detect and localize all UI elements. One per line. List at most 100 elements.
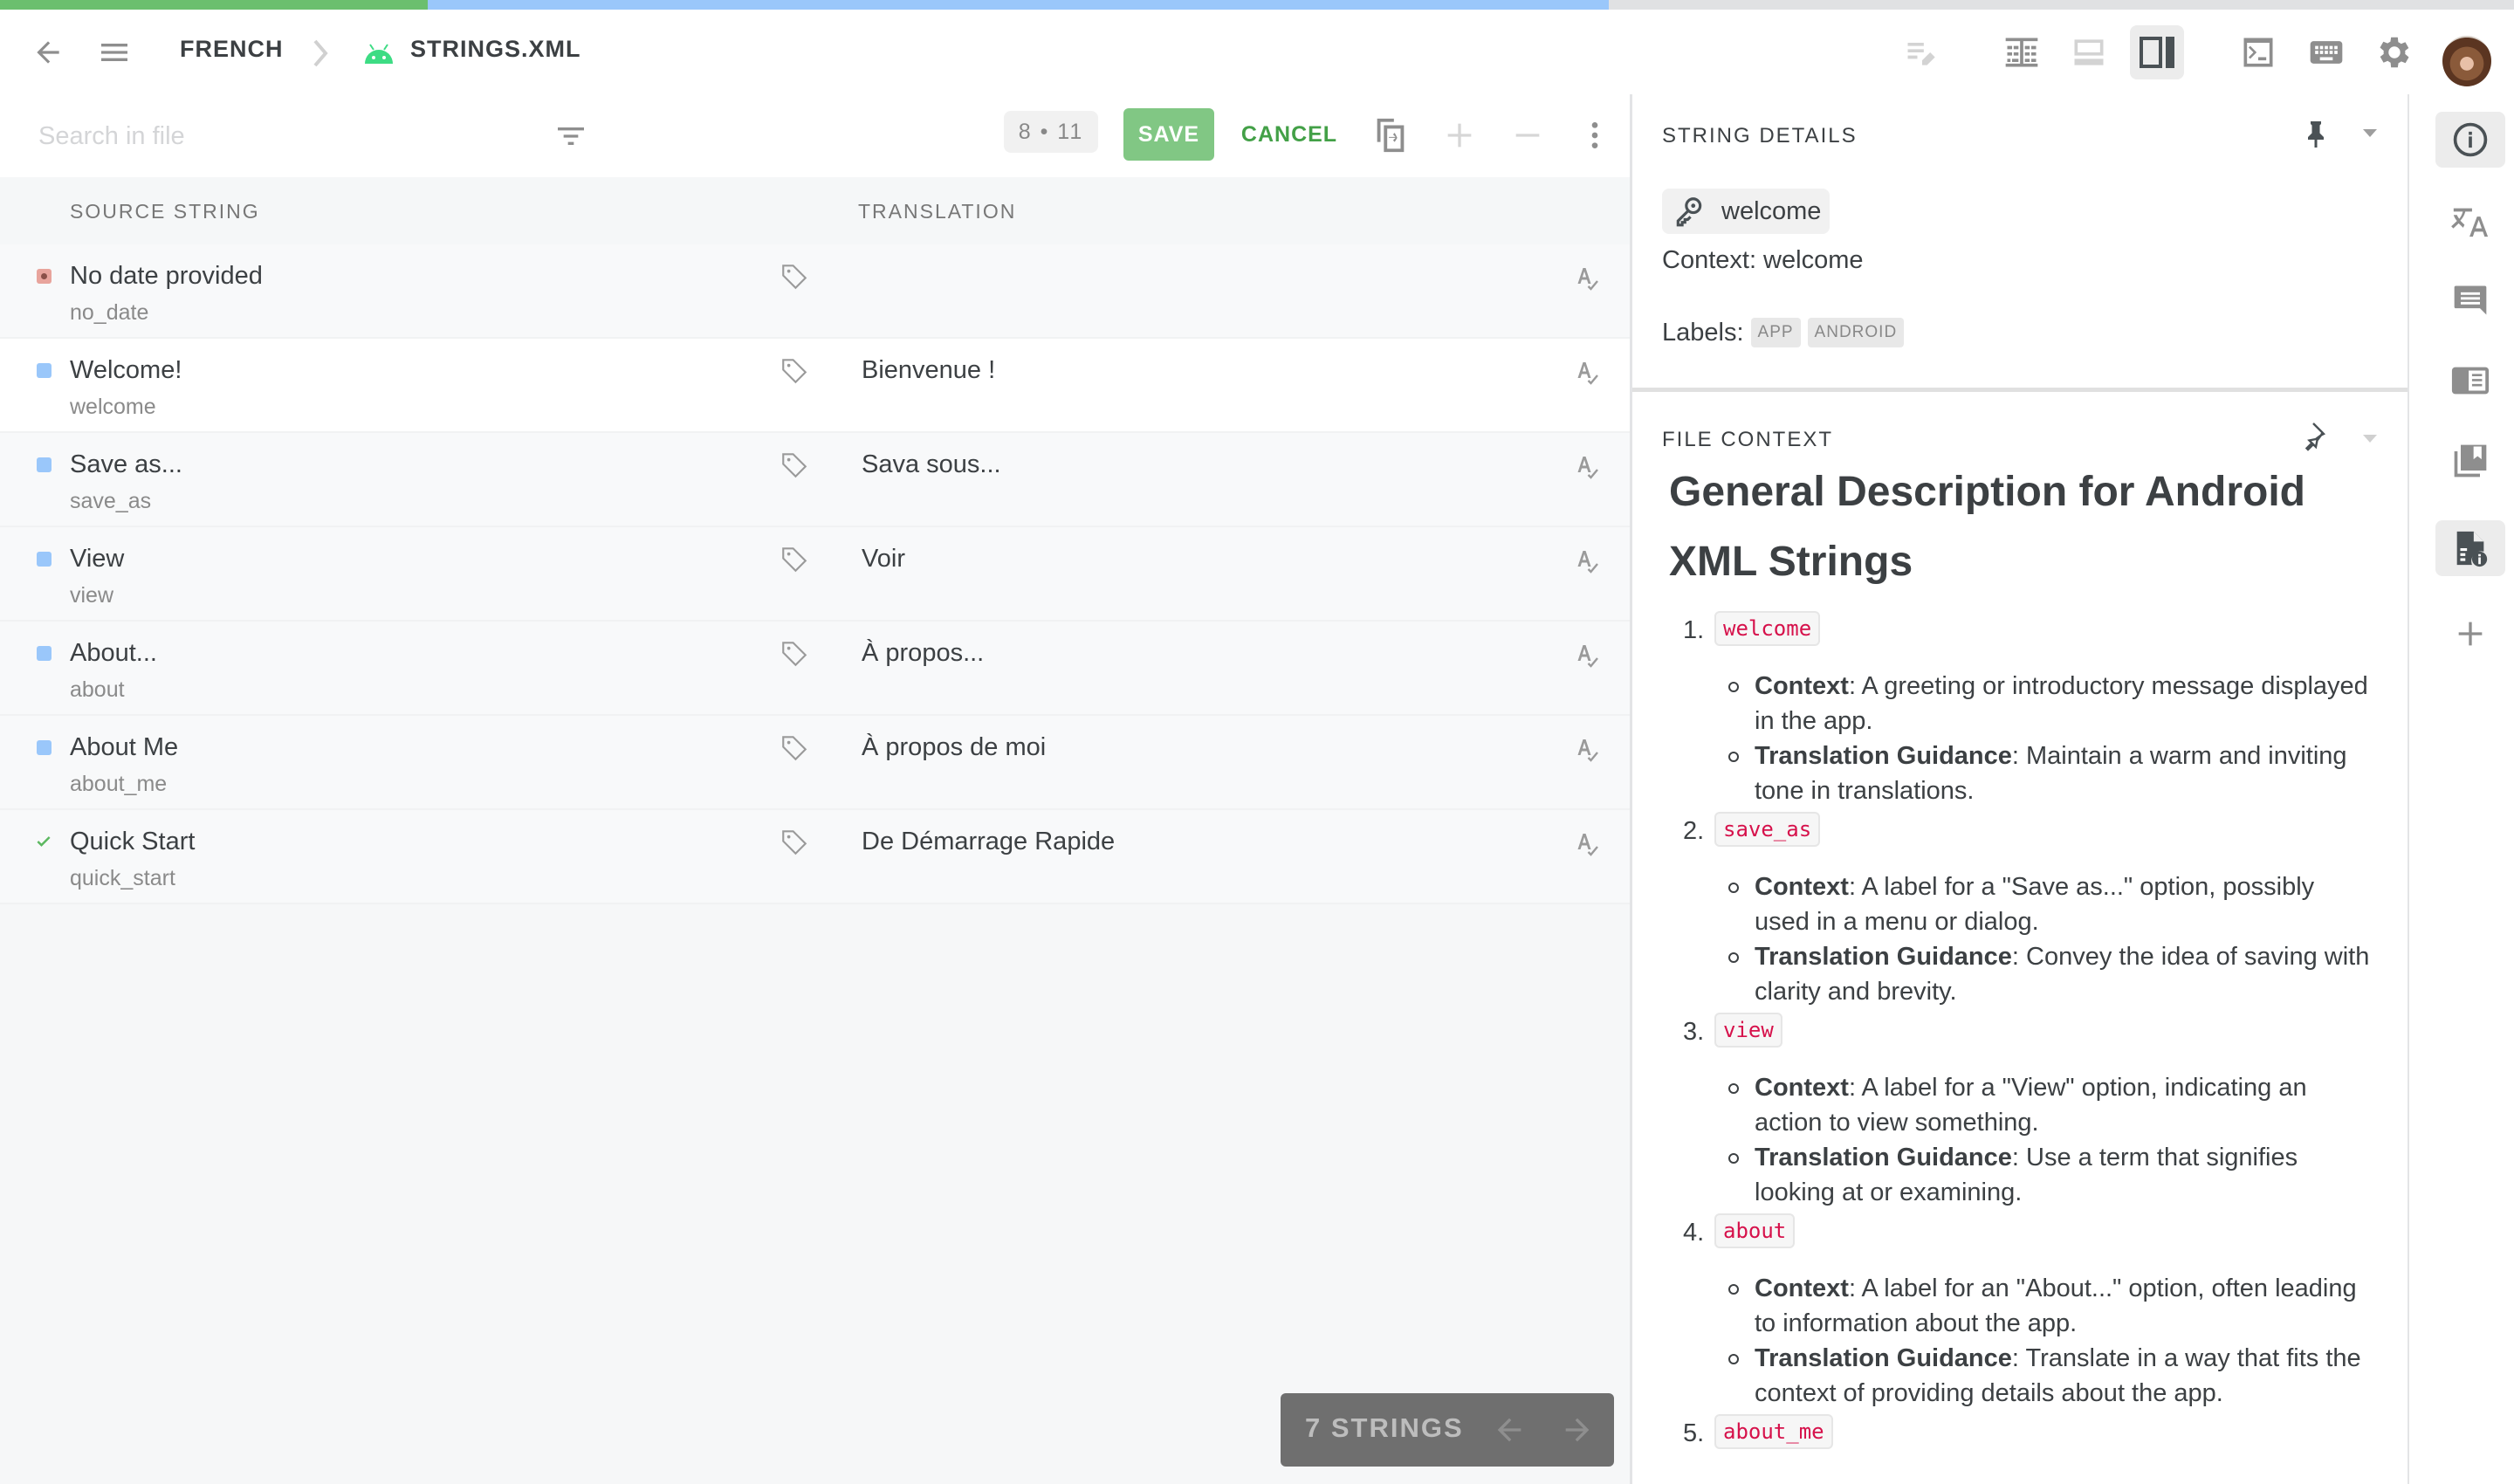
strings-list: No date provided no_date Welcome! welcome Bi… — [0, 244, 1630, 904]
search-input[interactable] — [38, 117, 527, 155]
spellcheck-icon[interactable] — [1571, 356, 1603, 389]
bullet-label: Context — [1755, 1074, 1849, 1102]
tag-icon[interactable] — [780, 450, 809, 480]
status-pending-indicator — [37, 552, 52, 567]
file-context-body: General Description for Android XML Stri… — [1669, 469, 2376, 1472]
label-chip[interactable]: APP — [1750, 318, 1801, 347]
file-context-title: FILE CONTEXT — [1662, 428, 1834, 451]
rail-comment-button[interactable] — [2435, 272, 2505, 328]
string-key: quick_start — [70, 866, 175, 890]
progress-segment-remaining — [1609, 0, 2514, 10]
spellcheck-icon[interactable] — [1571, 828, 1603, 861]
side-by-side-icon — [2005, 38, 2038, 67]
bullet: Translation Guidance: Maintain a warm an… — [1728, 739, 2376, 808]
pin-icon[interactable] — [2300, 117, 2332, 152]
status-pending-indicator — [37, 363, 52, 378]
keyboard-icon — [2310, 41, 2343, 64]
section-divider — [1632, 388, 2408, 392]
remove-button[interactable] — [1504, 112, 1551, 159]
tag-icon[interactable] — [780, 262, 809, 292]
status-pending-indicator — [37, 740, 52, 755]
side-by-side-view-button[interactable] — [1995, 25, 2049, 79]
unpin-icon[interactable] — [2300, 419, 2332, 454]
file-info-icon — [2450, 528, 2490, 568]
tag-icon[interactable] — [780, 733, 809, 763]
rail-glossary-button[interactable] — [2435, 353, 2505, 409]
glossary-icon — [2450, 361, 2490, 401]
translation-text[interactable]: Voir — [862, 545, 905, 574]
strings-count: 7 STRINGS — [1305, 1412, 1464, 1443]
item-bullets: Context: A label for a "Save as..." opti… — [1728, 869, 2376, 1009]
file-context-item: 5. about_me — [1669, 1412, 2376, 1472]
terminal-button[interactable] — [2231, 25, 2285, 79]
rail-translate-button[interactable] — [2435, 192, 2505, 248]
translation-text[interactable]: À propos de moi — [862, 733, 1046, 762]
bullet-label: Context — [1755, 672, 1849, 700]
minus-icon — [1515, 134, 1540, 137]
spellcheck-icon[interactable] — [1571, 262, 1603, 295]
gear-icon — [2380, 37, 2409, 68]
file-context-heading: General Description for Android XML Stri… — [1669, 469, 2305, 585]
app-header: FRENCH STRINGS.XML — [0, 10, 2514, 94]
add-button[interactable] — [1436, 112, 1483, 159]
bullet-label: Translation Guidance — [1755, 1344, 2012, 1372]
right-panel-view-button[interactable] — [2130, 25, 2184, 79]
rail-bookmarks-button[interactable] — [2435, 433, 2505, 489]
translation-text[interactable]: Sava sous... — [862, 450, 1001, 479]
string-row[interactable]: Welcome! welcome Bienvenue ! — [0, 339, 1630, 433]
tag-icon[interactable] — [780, 828, 809, 857]
tag-icon[interactable] — [780, 356, 809, 386]
cancel-button[interactable]: CANCEL — [1236, 108, 1343, 161]
bottom-panel-view-button[interactable] — [2062, 25, 2116, 79]
column-header-source: SOURCE STRING — [70, 200, 260, 223]
save-button[interactable]: SAVE — [1123, 108, 1214, 161]
plus-icon — [1447, 123, 1472, 148]
string-row[interactable]: Save as... save_as Sava sous... — [0, 433, 1630, 527]
label-chip[interactable]: ANDROID — [1807, 318, 1905, 347]
string-details-title: STRING DETAILS — [1662, 124, 1858, 148]
bullet-label: Translation Guidance — [1755, 943, 2012, 971]
spellcheck-icon[interactable] — [1571, 639, 1603, 672]
rail-file-info-button[interactable] — [2435, 520, 2505, 576]
item-number: 5. — [1683, 1419, 1705, 1447]
rail-add-button[interactable] — [2435, 606, 2505, 662]
string-details-collapse[interactable] — [2363, 129, 2377, 137]
selection-counter: 8 • 11 — [1004, 111, 1098, 153]
bullet-label: Context — [1755, 1274, 1849, 1302]
string-row[interactable]: About... about À propos... — [0, 622, 1630, 716]
edit-notes-button[interactable] — [1895, 25, 1949, 79]
copy-source-button[interactable] — [1367, 112, 1414, 159]
translation-text[interactable]: Bienvenue ! — [862, 356, 995, 385]
file-context-collapse[interactable] — [2363, 435, 2377, 443]
translation-text[interactable]: De Démarrage Rapide — [862, 828, 1115, 856]
avatar[interactable] — [2442, 36, 2491, 86]
filter-button[interactable] — [550, 115, 592, 157]
spellcheck-icon[interactable] — [1571, 733, 1603, 766]
string-key: save_as — [70, 489, 152, 513]
settings-button[interactable] — [2367, 25, 2421, 79]
keyboard-button[interactable] — [2299, 25, 2353, 79]
string-row[interactable]: About Me about_me À propos de moi — [0, 716, 1630, 810]
translation-text[interactable]: À propos... — [862, 639, 984, 668]
source-text: View — [70, 545, 125, 573]
string-key: welcome — [70, 395, 156, 419]
string-row[interactable]: Quick Start quick_start De Démarrage Rapid… — [0, 810, 1630, 904]
string-row[interactable]: No date provided no_date — [0, 244, 1630, 339]
bullet-label: Translation Guidance — [1755, 742, 2012, 770]
rail-info-button[interactable] — [2435, 112, 2505, 168]
bullet-label: Translation Guidance — [1755, 1144, 2012, 1171]
string-row[interactable]: View view Voir — [0, 527, 1630, 622]
bullet: Translation Guidance: Use a term that si… — [1728, 1140, 2376, 1210]
spellcheck-icon[interactable] — [1571, 545, 1603, 578]
tag-icon[interactable] — [780, 545, 809, 574]
code-key: view — [1714, 1013, 1782, 1048]
translate-icon — [2450, 200, 2490, 240]
item-number: 1. — [1683, 616, 1705, 644]
tag-icon[interactable] — [780, 639, 809, 669]
next-string-button[interactable] — [1556, 1409, 1598, 1451]
spellcheck-icon[interactable] — [1571, 450, 1603, 484]
bullet: Context: A greeting or introductory mess… — [1728, 669, 2376, 739]
previous-string-button[interactable] — [1488, 1409, 1530, 1451]
string-key: about_me — [70, 772, 168, 796]
more-options-button[interactable] — [1571, 112, 1618, 159]
